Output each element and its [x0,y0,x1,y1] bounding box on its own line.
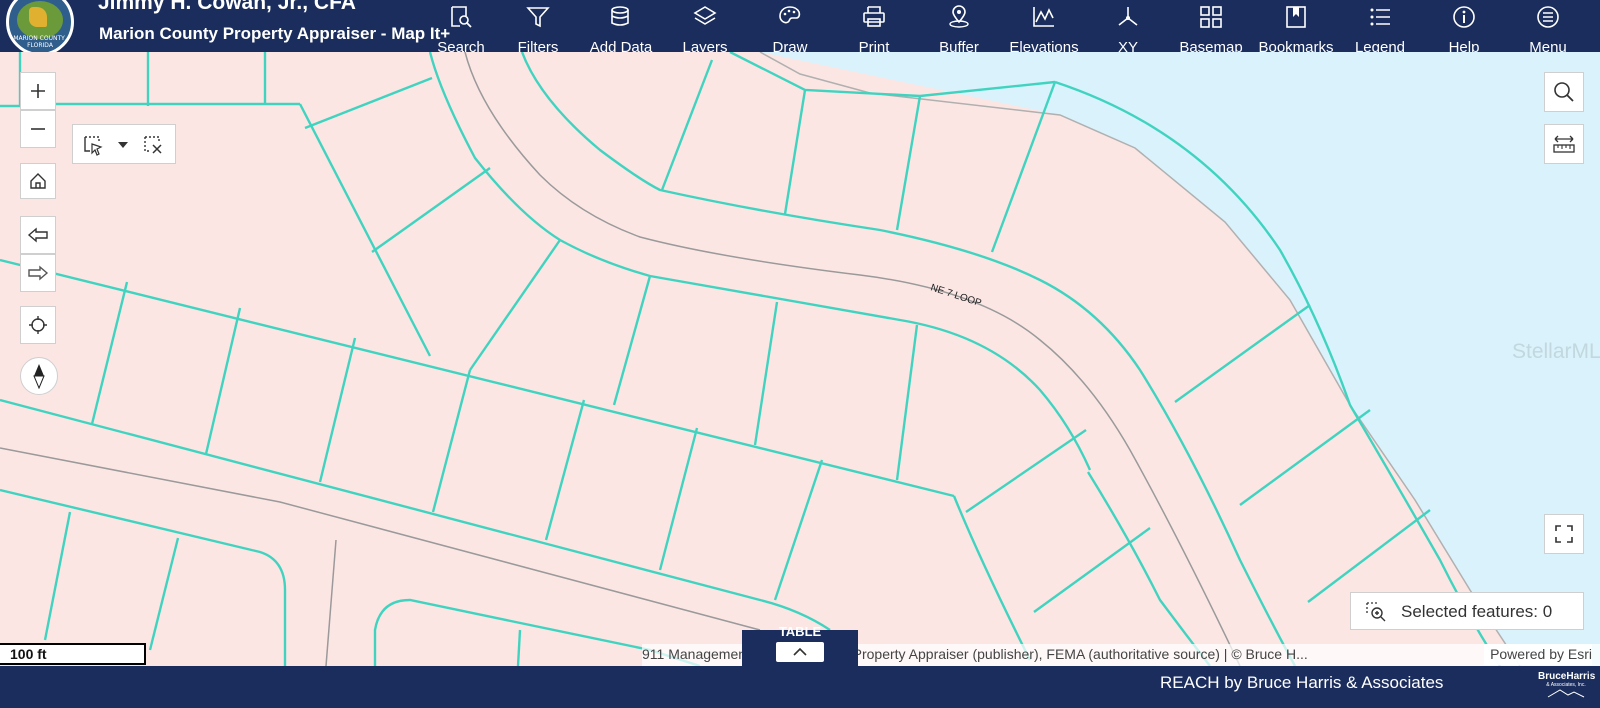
parcel-map-svg: NE 7 LOOP [0,52,1600,666]
plus-icon [31,84,45,98]
caret-down-icon [118,142,128,148]
tool-basemap[interactable]: Basemap [1179,0,1243,52]
layers-icon [693,6,717,25]
previous-extent-button[interactable] [20,216,56,254]
map-search-button[interactable] [1544,72,1584,112]
table-expand-button[interactable] [776,642,824,662]
tool-help[interactable]: Help [1439,0,1489,52]
locate-button[interactable] [20,306,56,344]
powered-by-esri[interactable]: Powered by Esri [1484,644,1592,665]
tool-print[interactable]: Print [849,0,899,52]
printer-icon [863,6,885,27]
list-icon [1370,8,1390,26]
road-centerline-ne7loop [464,52,1241,666]
xy-axes-icon [1118,7,1138,26]
tool-label: XY [1117,39,1138,52]
selected-features-label: Selected features: 0 [1401,602,1553,621]
mountain-icon [1547,689,1585,698]
tool-label: Elevations [1009,39,1079,52]
app-title: Jimmy H. Cowan, Jr., CFA [98,0,356,14]
watermark: StellarMLS [1512,340,1600,363]
arrow-right-icon [28,265,49,281]
compass-icon [33,364,45,389]
clear-selection-icon [144,136,162,154]
road-centerline-cross [325,539,337,666]
compass-button[interactable] [20,357,58,395]
tool-filters[interactable]: Filters [513,0,563,52]
tool-label: Legend [1354,39,1406,52]
tool-add-data[interactable]: Add Data [590,0,652,52]
tool-label: Add Data [589,39,653,52]
map-canvas[interactable]: NE 7 LOOP StellarMLS [0,52,1600,666]
tool-buffer[interactable]: Buffer [934,0,984,52]
tool-label: Filters [517,39,559,52]
arrow-left-icon [27,227,48,243]
bookmark-icon [1286,6,1306,28]
tool-label: Buffer [939,39,979,52]
tool-legend[interactable]: Legend [1355,0,1405,52]
tool-label: Menu [1529,39,1567,52]
county-seal-logo: MARION COUNTY, FLORIDA [6,0,74,52]
app-footer: REACH by Bruce Harris & Associates Bruce… [0,666,1600,708]
bruce-harris-logo: BruceHarris & Associates, Inc. [1538,671,1596,701]
road-centerline-south [0,447,761,631]
tool-search[interactable]: Search [436,0,486,52]
clear-selection-button[interactable] [141,133,165,157]
selection-toolbar [72,124,176,164]
app-subtitle: Marion County Property Appraiser - Map I… [99,24,451,43]
zoom-in-button[interactable] [20,72,56,110]
info-icon [1453,6,1475,28]
chevron-up-icon [793,647,807,656]
zoom-out-button[interactable] [20,110,56,148]
table-tab[interactable]: TABLE [742,624,858,666]
selection-zoom-icon [1366,602,1386,622]
footer-text: REACH by Bruce Harris & Associates [1160,673,1444,692]
tool-label: Draw [772,39,808,52]
database-add-icon [611,6,629,26]
tool-draw[interactable]: Draw [765,0,815,52]
buffer-pin-icon [949,5,969,28]
tool-label: Help [1448,39,1480,52]
elevation-chart-icon [1033,7,1054,27]
table-tab-label: TABLE [778,624,822,639]
palette-icon [779,6,801,24]
minus-icon [31,128,45,130]
filter-icon [526,7,550,28]
search-icon [1554,82,1574,102]
hamburger-icon [1537,6,1559,28]
tool-xy[interactable]: XY [1103,0,1153,52]
road-label: NE 7 LOOP [929,282,983,309]
home-icon [30,173,46,189]
select-cursor-icon [84,136,103,156]
measure-button[interactable] [1544,124,1584,164]
selection-dropdown[interactable] [111,133,135,157]
select-features-button[interactable] [81,133,105,157]
next-extent-button[interactable] [20,254,56,292]
grid-squares-icon [1200,6,1222,28]
scale-bar: 100 ft [0,643,146,665]
crosshair-icon [29,316,47,334]
tool-layers[interactable]: Layers [680,0,730,52]
tool-elevations[interactable]: Elevations [1009,0,1079,52]
tool-label: Print [858,39,890,52]
tool-bookmarks[interactable]: Bookmarks [1258,0,1334,52]
tool-label: Bookmarks [1258,39,1334,52]
fullscreen-button[interactable] [1544,514,1584,554]
ruler-measure-icon [1553,135,1575,153]
home-button[interactable] [20,163,56,199]
tool-label: Basemap [1179,39,1243,52]
tool-label: Layers [682,39,728,52]
logo-text: MARION COUNTY, FLORIDA [13,35,67,49]
tool-menu[interactable]: Menu [1523,0,1573,52]
fullscreen-icon [1555,525,1573,543]
app-header: MARION COUNTY, FLORIDA Jimmy H. Cowan, J… [0,0,1600,52]
brand-name: BruceHarris [1538,671,1596,682]
selected-features-panel[interactable]: Selected features: 0 [1350,592,1584,630]
search-document-icon [451,6,472,28]
